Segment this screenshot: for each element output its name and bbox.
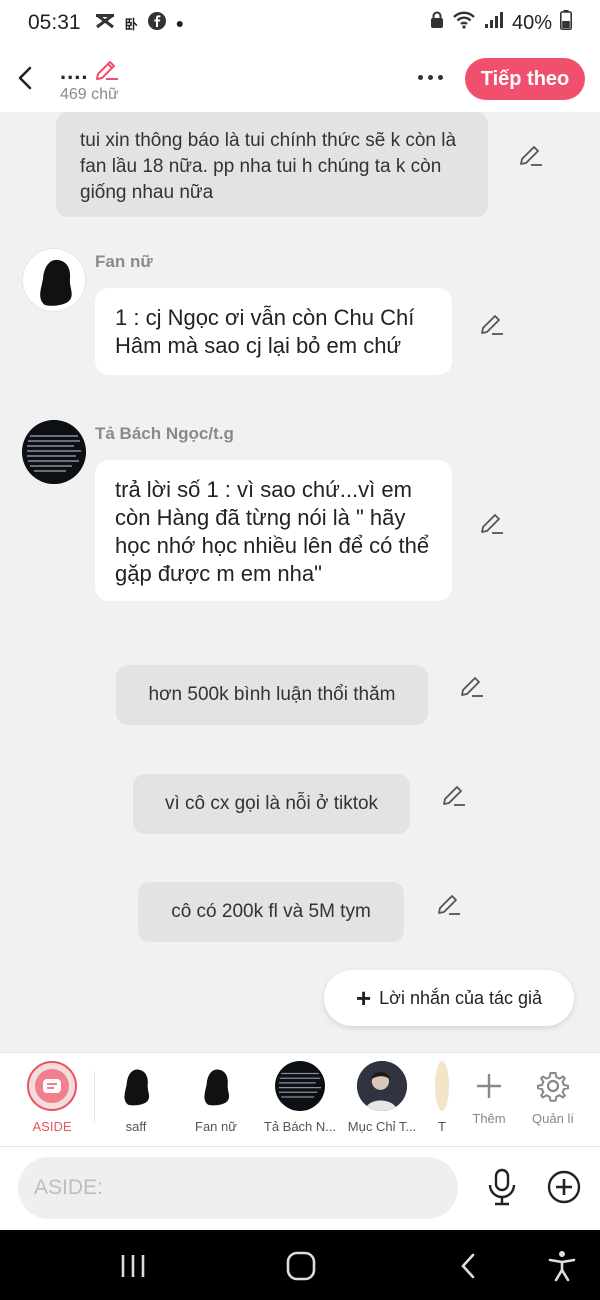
story-title-row[interactable]: ....: [60, 56, 120, 87]
facebook-icon: [147, 11, 166, 35]
input-bar: [0, 1146, 600, 1230]
message-input[interactable]: [18, 1157, 458, 1219]
character-label: ASIDE: [32, 1119, 72, 1134]
signal-icon: [484, 11, 504, 35]
add-circle-icon: [547, 1170, 581, 1204]
back-arrow-icon: [18, 66, 32, 90]
add-character-button[interactable]: Thêm: [461, 1061, 517, 1126]
avatar: [357, 1061, 407, 1111]
sender-name: Tả Bách Ngọc/t.g: [95, 424, 234, 443]
aside-avatar: [27, 1061, 77, 1111]
narration-bubble[interactable]: hơn 500k bình luận thổi thăm: [116, 665, 428, 725]
character-partial[interactable]: T: [424, 1061, 460, 1134]
avatar[interactable]: [22, 248, 86, 312]
narration-bubble[interactable]: tui xin thông báo là tui chính thức sẽ k…: [56, 112, 488, 217]
recent-apps-icon: [121, 1255, 145, 1277]
message-text: trả lời số 1 : vì sao chứ...vì em còn Hà…: [115, 477, 430, 586]
person-photo-avatar-icon: [357, 1061, 407, 1111]
back-button[interactable]: [10, 58, 40, 98]
message-bubble[interactable]: trả lời số 1 : vì sao chứ...vì em còn Hà…: [95, 460, 452, 601]
edit-message-icon[interactable]: [459, 673, 485, 699]
character-muc-chi[interactable]: Mục Chỉ T...: [342, 1061, 422, 1134]
narration-bubble[interactable]: cô có 200k fl và 5M tym: [138, 882, 404, 942]
microphone-button[interactable]: [484, 1167, 520, 1207]
edit-title-icon[interactable]: [94, 56, 120, 87]
more-dot-icon: [417, 74, 423, 80]
word-count: 469 chữ: [60, 86, 119, 103]
divider: [94, 1071, 95, 1123]
character-label: Tả Bách N...: [263, 1119, 337, 1134]
character-label: T: [438, 1119, 446, 1134]
silhouette-avatar-icon: [204, 1069, 230, 1106]
accessibility-icon: [548, 1251, 576, 1282]
system-back-button[interactable]: [458, 1252, 478, 1285]
battery-percent: 40%: [511, 11, 552, 34]
back-icon: [461, 1253, 475, 1279]
plus-icon: [461, 1061, 517, 1111]
manage-characters-button[interactable]: Quản lí: [524, 1061, 582, 1126]
message-text: 1 : cj Ngọc ơi vẫn còn Chu Chí Hâm mà sa…: [115, 305, 415, 358]
home-icon: [286, 1251, 316, 1281]
narration-bubble[interactable]: vì cô cx gọi là nỗi ở tiktok: [133, 774, 410, 834]
plus-icon: +: [355, 983, 372, 1013]
status-bar: 05:31 卧 ● 40%: [0, 0, 600, 46]
wifi-icon: [452, 11, 476, 35]
story-title: ....: [60, 58, 89, 84]
character-label: Mục Chỉ T...: [347, 1119, 417, 1134]
silhouette-avatar-icon: [23, 249, 85, 311]
chat-area[interactable]: tui xin thông báo là tui chính thức sẽ k…: [0, 112, 600, 1052]
edit-message-icon[interactable]: [441, 782, 467, 808]
author-note-label: Lời nhắn của tác giả: [379, 987, 543, 1008]
avatar: [275, 1061, 325, 1111]
edit-message-icon[interactable]: [518, 142, 544, 168]
character-label: Fan nữ: [195, 1119, 237, 1134]
message-text: cô có 200k fl và 5M tym: [171, 901, 371, 922]
add-label: Thêm: [472, 1111, 506, 1126]
avatar: [435, 1061, 449, 1111]
accessibility-button[interactable]: [548, 1250, 576, 1287]
character-saff[interactable]: saff: [96, 1061, 176, 1134]
edit-message-icon[interactable]: [436, 891, 462, 917]
text-screenshot-avatar-icon: [22, 420, 86, 484]
manage-label: Quản lí: [532, 1111, 574, 1126]
silhouette-avatar-icon: [124, 1069, 150, 1106]
message-text: vì cô cx gọi là nỗi ở tiktok: [164, 793, 379, 814]
capcut-icon: [95, 13, 115, 34]
lock-icon: [430, 11, 444, 35]
chat-bubble-icon: [35, 1069, 69, 1103]
sender-name: Fan nữ: [95, 252, 153, 271]
text-screenshot-avatar-icon: [278, 1072, 322, 1098]
system-navigation-bar: [0, 1230, 600, 1300]
gear-icon: [524, 1061, 582, 1111]
edit-message-icon[interactable]: [479, 510, 505, 536]
avatar: [111, 1061, 161, 1111]
microphone-icon: [488, 1168, 516, 1206]
character-fan-nu[interactable]: Fan nữ: [176, 1061, 256, 1134]
avatar: [191, 1061, 241, 1111]
author-note-button[interactable]: + Lời nhắn của tác giả: [324, 970, 574, 1026]
status-time: 05:31: [28, 11, 81, 34]
character-aside[interactable]: ASIDE: [12, 1061, 92, 1134]
app-notification-icon: 卧: [124, 16, 138, 32]
avatar[interactable]: [22, 420, 86, 484]
dot-icon: ●: [175, 15, 185, 31]
home-button[interactable]: [285, 1250, 317, 1287]
top-app-bar: .... 469 chữ Tiếp theo: [0, 46, 600, 112]
more-options-button[interactable]: [412, 64, 448, 90]
battery-icon: [560, 10, 572, 36]
attach-button[interactable]: [546, 1169, 582, 1205]
next-button[interactable]: Tiếp theo: [465, 58, 585, 100]
message-text: hơn 500k bình luận thổi thăm: [148, 684, 396, 705]
edit-message-icon[interactable]: [479, 311, 505, 337]
recent-apps-button[interactable]: [118, 1252, 148, 1285]
character-label: saff: [125, 1119, 147, 1134]
character-bar: ASIDE saff Fan nữ Tả Bách N... Mục Chỉ T…: [0, 1052, 600, 1146]
message-text: tui xin thông báo là tui chính thức sẽ k…: [80, 130, 457, 203]
message-bubble[interactable]: 1 : cj Ngọc ơi vẫn còn Chu Chí Hâm mà sa…: [95, 288, 452, 375]
character-ta-bach-ngoc[interactable]: Tả Bách N...: [260, 1061, 340, 1134]
